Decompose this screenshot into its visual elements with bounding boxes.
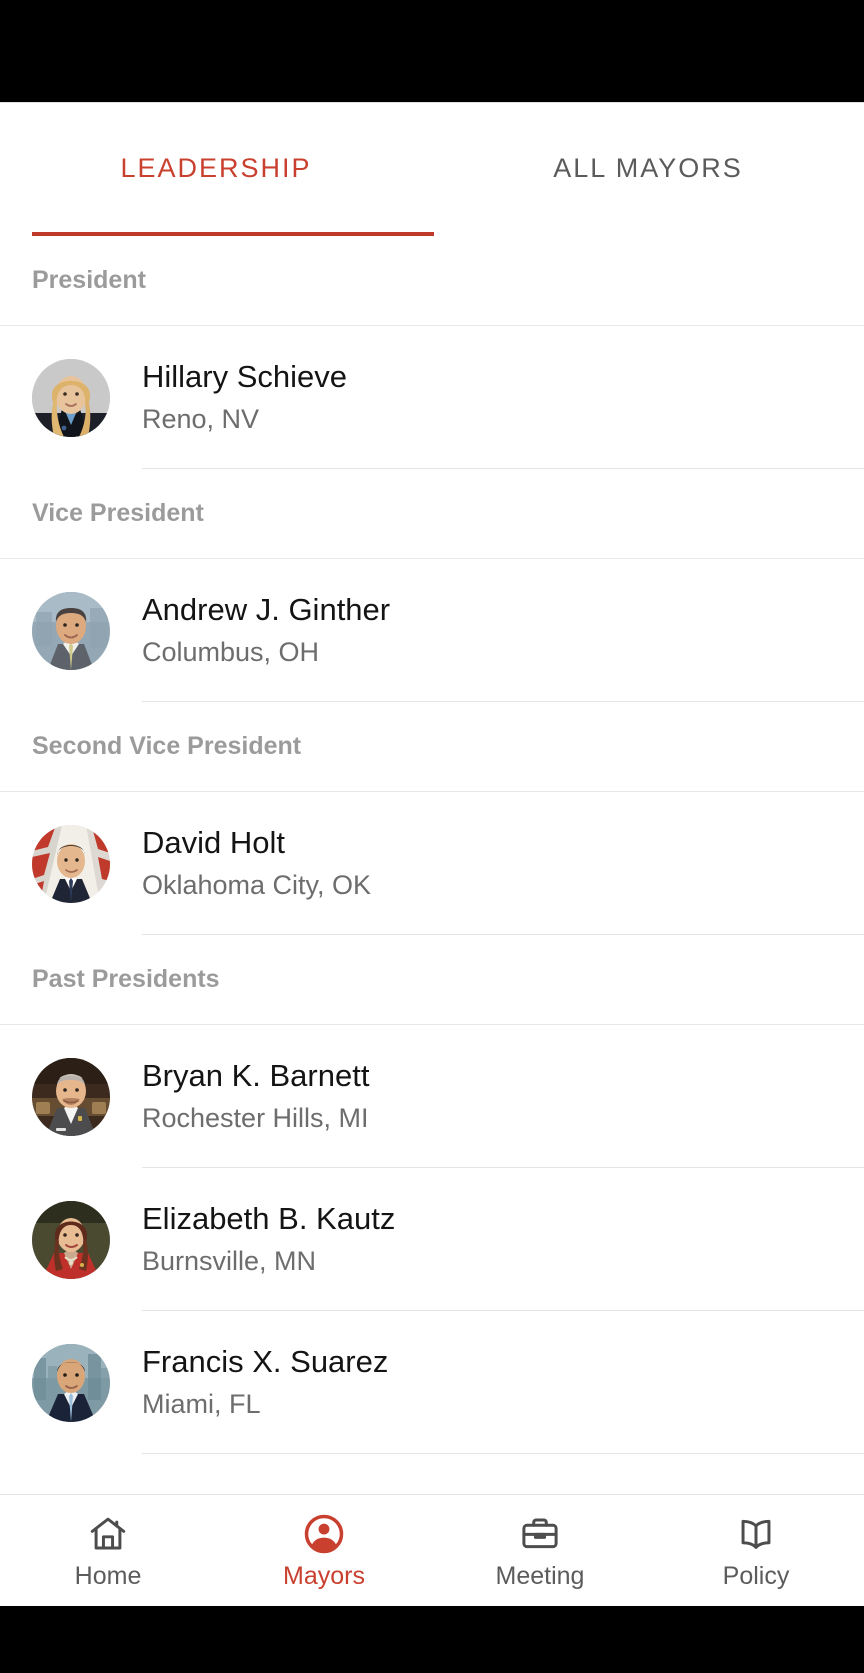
table-row[interactable]: Hillary Schieve Reno, NV xyxy=(0,326,864,469)
avatar-andrew-ginther xyxy=(32,591,110,670)
mayor-city: Reno, NV xyxy=(142,404,260,435)
row-divider xyxy=(142,1453,864,1454)
system-navigation-bar xyxy=(0,1606,864,1673)
nav-item-mayors-label: Mayors xyxy=(283,1561,365,1590)
row-text: Elizabeth B. Kautz Burnsville, MN xyxy=(142,1199,395,1279)
account-circle-icon xyxy=(304,1514,344,1553)
mayor-name: Hillary Schieve xyxy=(142,359,348,395)
open-book-icon xyxy=(741,1519,771,1549)
tab-leadership[interactable]: LEADERSHIP xyxy=(0,114,432,236)
mayor-name: David Holt xyxy=(142,825,285,861)
nav-item-home-label: Home xyxy=(74,1561,142,1590)
nav-item-policy-label: Policy xyxy=(722,1561,790,1590)
section-header-past-presidents-label: Past Presidents xyxy=(32,965,220,993)
mayor-city: Rochester Hills, MI xyxy=(142,1103,369,1134)
mayor-city: Burnsville, MN xyxy=(142,1246,317,1277)
mayor-name: Francis X. Suarez xyxy=(142,1344,389,1380)
leadership-list[interactable]: President Hillary Schieve Reno, NV Vice … xyxy=(0,236,864,1494)
table-row[interactable]: Elizabeth B. Kautz Burnsville, MN xyxy=(0,1168,864,1311)
tab-all-mayors-label: ALL MAYORS xyxy=(553,152,743,183)
row-text: Andrew J. Ginther Columbus, OH xyxy=(142,590,390,670)
table-row[interactable]: Francis X. Suarez Miami, FL xyxy=(0,1311,864,1454)
section-header-past-presidents: Past Presidents xyxy=(0,935,864,1025)
section-header-second-vice-president-label: Second Vice President xyxy=(32,732,302,760)
tab-bar: LEADERSHIP ALL MAYORS xyxy=(0,114,864,236)
nav-item-home[interactable]: Home xyxy=(0,1495,216,1606)
section-header-second-vice-president: Second Vice President xyxy=(0,702,864,792)
row-text: Francis X. Suarez Miami, FL xyxy=(142,1342,388,1422)
mayor-city: Columbus, OH xyxy=(142,637,320,668)
home-icon xyxy=(90,1517,126,1549)
row-text: Bryan K. Barnett Rochester Hills, MI xyxy=(142,1056,369,1136)
tab-all-mayors[interactable]: ALL MAYORS xyxy=(432,114,864,236)
table-row[interactable]: Bryan K. Barnett Rochester Hills, MI xyxy=(0,1025,864,1168)
nav-item-meeting-label: Meeting xyxy=(495,1561,585,1590)
avatar-francis-suarez xyxy=(32,1343,110,1422)
row-divider xyxy=(142,701,864,702)
row-text: David Holt Oklahoma City, OK xyxy=(142,823,371,903)
nav-item-mayors[interactable]: Mayors xyxy=(216,1495,432,1606)
section-header-president-label: President xyxy=(32,266,146,294)
mayor-city: Miami, FL xyxy=(142,1389,261,1420)
bottom-navigation-bar: Home Mayors Meeting Policy xyxy=(0,1494,864,1606)
section-header-vice-president-label: Vice President xyxy=(32,499,204,527)
mayor-name: Elizabeth B. Kautz xyxy=(142,1201,396,1237)
tab-active-indicator xyxy=(32,232,434,236)
avatar-hillary-schieve xyxy=(32,358,110,437)
row-divider xyxy=(142,468,864,469)
briefcase-icon xyxy=(522,1518,558,1548)
avatar-elizabeth-kautz xyxy=(32,1200,110,1279)
avatar-bryan-barnett xyxy=(32,1057,110,1136)
nav-item-policy[interactable]: Policy xyxy=(648,1495,864,1606)
row-text: Hillary Schieve Reno, NV xyxy=(142,357,347,437)
system-status-bar xyxy=(0,0,864,102)
tab-bar-container: LEADERSHIP ALL MAYORS xyxy=(0,102,864,236)
section-header-vice-president: Vice President xyxy=(0,469,864,559)
table-row[interactable]: David Holt Oklahoma City, OK xyxy=(0,792,864,935)
avatar-david-holt xyxy=(32,824,110,903)
row-divider xyxy=(142,934,864,935)
tab-leadership-label: LEADERSHIP xyxy=(120,152,312,183)
app-screen: LEADERSHIP ALL MAYORS President Hillary … xyxy=(0,0,864,1673)
nav-item-meeting[interactable]: Meeting xyxy=(432,1495,648,1606)
mayor-name: Bryan K. Barnett xyxy=(142,1058,370,1094)
section-header-president: President xyxy=(0,236,864,326)
table-row[interactable]: Andrew J. Ginther Columbus, OH xyxy=(0,559,864,702)
mayor-city: Oklahoma City, OK xyxy=(142,870,372,901)
mayor-name: Andrew J. Ginther xyxy=(142,592,391,628)
